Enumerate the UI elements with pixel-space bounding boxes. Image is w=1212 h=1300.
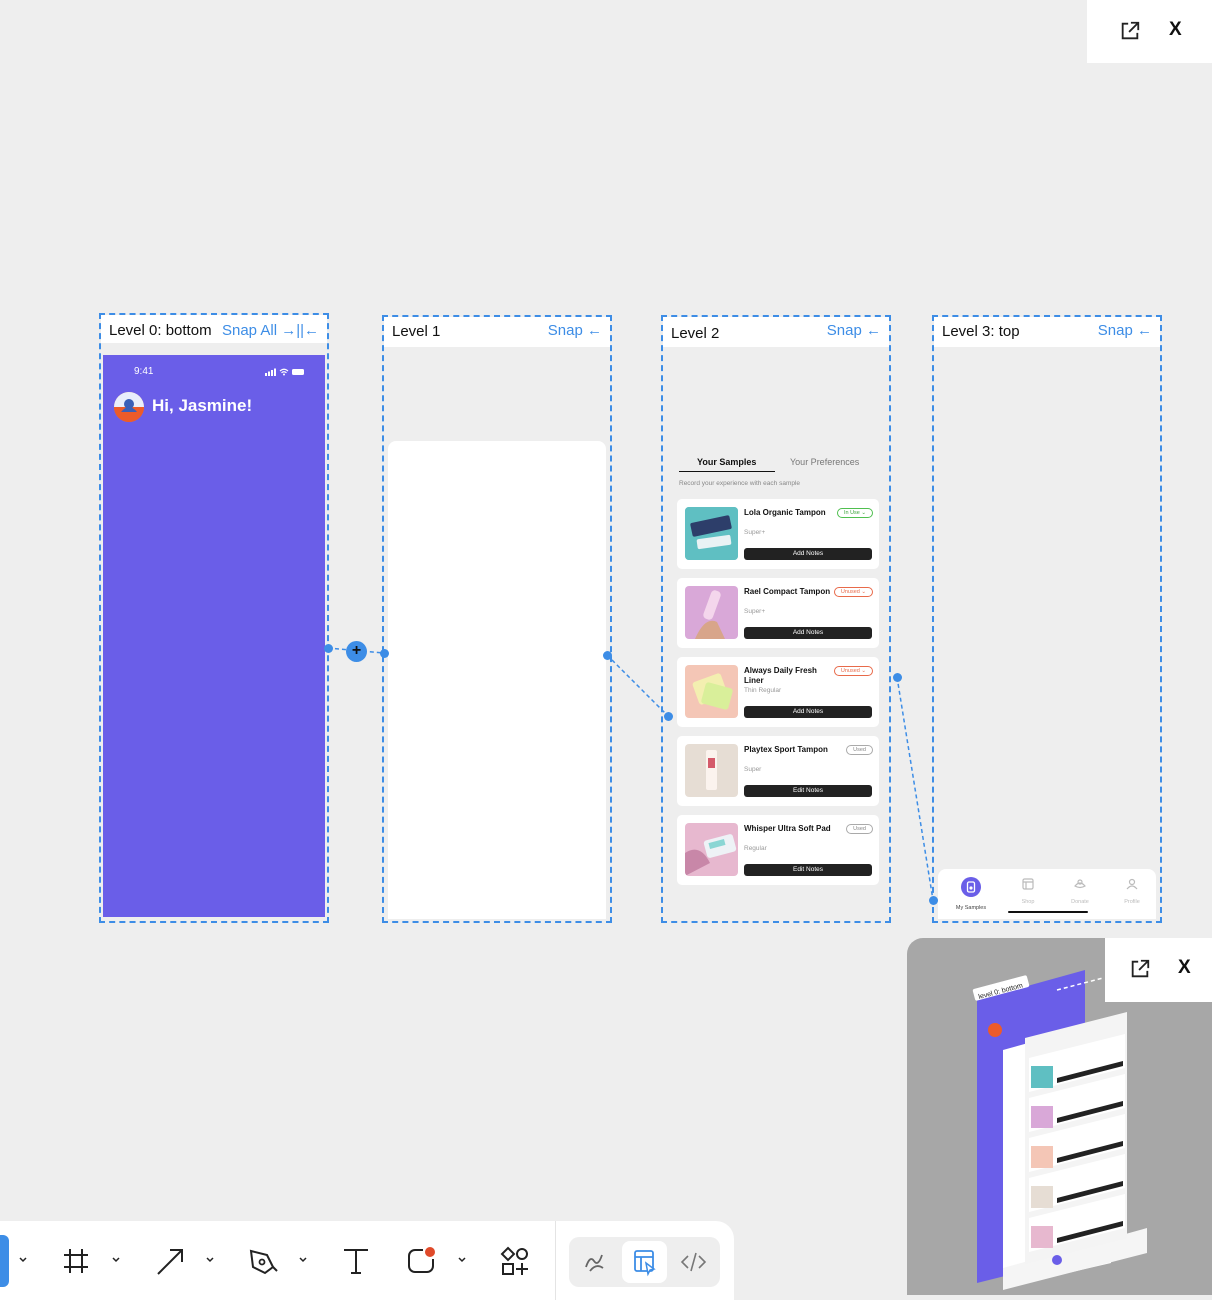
3d-preview-panel[interactable]: level 0: bottom X	[907, 938, 1212, 1295]
connector-handle[interactable]	[380, 649, 389, 658]
open-external-icon[interactable]	[1129, 958, 1151, 980]
connector-handle[interactable]	[324, 644, 333, 653]
chevron-down-icon[interactable]	[17, 1254, 29, 1266]
chevron-down-icon[interactable]	[297, 1254, 309, 1266]
connector-handle[interactable]	[664, 712, 673, 721]
close-button[interactable]: X	[1178, 957, 1191, 979]
mode-switcher	[569, 1237, 720, 1287]
design-mode-icon[interactable]	[622, 1241, 667, 1283]
shape-tool-icon[interactable]	[401, 1241, 441, 1281]
select-tool-button[interactable]	[0, 1235, 9, 1287]
connector-handle[interactable]	[929, 896, 938, 905]
toolbar-divider	[555, 1221, 556, 1300]
connector-handle[interactable]	[603, 651, 612, 660]
components-tool-icon[interactable]	[495, 1241, 535, 1281]
code-mode-icon[interactable]	[671, 1241, 716, 1283]
text-tool-icon[interactable]	[336, 1241, 376, 1281]
chevron-down-icon[interactable]	[204, 1254, 216, 1266]
bottom-toolbar	[0, 1221, 734, 1300]
add-level-button[interactable]: +	[346, 641, 367, 662]
frame-tool-icon[interactable]	[56, 1241, 96, 1281]
chevron-down-icon[interactable]	[110, 1254, 122, 1266]
arrow-tool-icon[interactable]	[150, 1241, 190, 1281]
preview-controls: X	[1105, 938, 1212, 1002]
chevron-down-icon[interactable]	[456, 1254, 468, 1266]
connector-handle[interactable]	[893, 673, 902, 682]
draw-mode-icon[interactable]	[572, 1241, 617, 1283]
pen-tool-icon[interactable]	[243, 1241, 283, 1281]
